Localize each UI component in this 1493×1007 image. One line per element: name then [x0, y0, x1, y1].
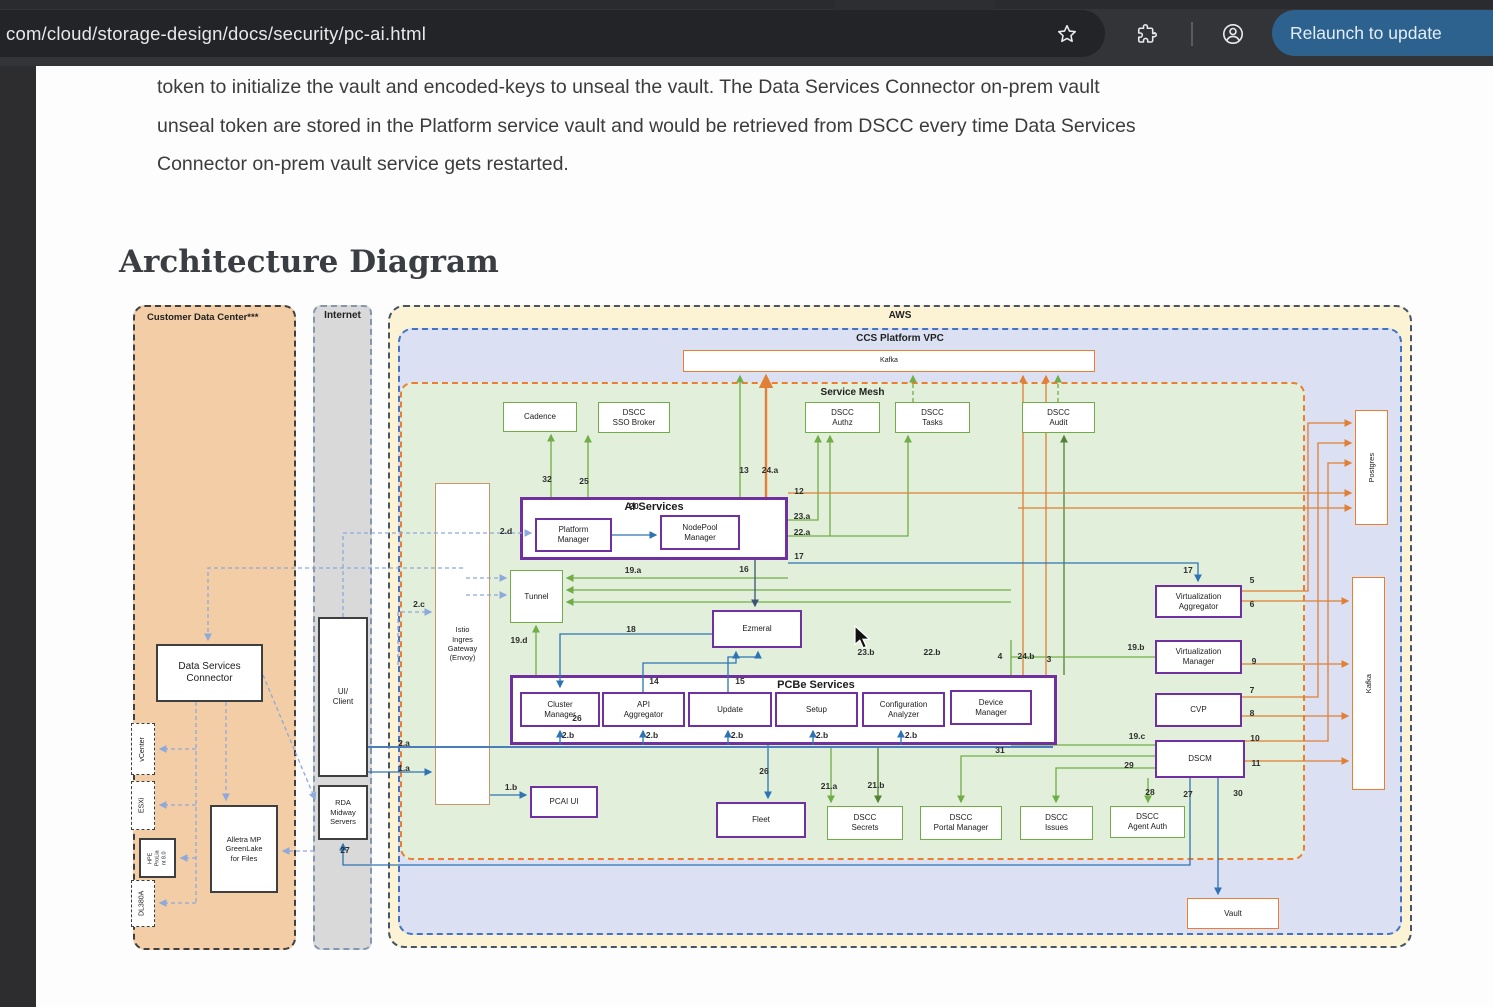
edge-label-8: 8	[1250, 708, 1255, 718]
edge-label-2.d: 2.d	[500, 526, 512, 536]
edge-label-27: 27	[1183, 789, 1192, 799]
edge-label-1.b: 1.b	[505, 782, 517, 792]
edge-label-6: 6	[1250, 599, 1255, 609]
body-paragraph: token to initialize the vault and encode…	[157, 68, 1432, 184]
edge-label-14: 14	[649, 676, 658, 686]
edge-label-18: 18	[626, 624, 635, 634]
relaunch-to-update-button[interactable]: Relaunch to update	[1272, 10, 1493, 56]
edge-label-1.a: 1.a	[398, 763, 410, 773]
edge	[343, 533, 531, 617]
edge-label-2.b: 2.b	[646, 730, 658, 740]
edge-label-19.a: 19.a	[625, 565, 642, 575]
edge-label-28: 28	[1145, 787, 1154, 797]
edge-label-22.a: 22.a	[794, 527, 811, 537]
edge-label-2.c: 2.c	[413, 599, 425, 609]
edge-label-7: 7	[1250, 685, 1255, 695]
edge-label-19.b: 19.b	[1127, 642, 1144, 652]
edge-label-24.a: 24.a	[762, 465, 779, 475]
mouse-cursor	[853, 625, 877, 651]
edge-label-24.b: 24.b	[1017, 651, 1034, 661]
browser-chrome: com/cloud/storage-design/docs/security/p…	[0, 0, 1493, 66]
diagram-edges-over	[118, 295, 1413, 955]
edge-label-26: 26	[572, 713, 581, 723]
tab-strip	[0, 0, 1493, 9]
left-dark-strip	[0, 66, 36, 1007]
edge-label-22.b: 22.b	[923, 647, 940, 657]
edge-label-9: 9	[1252, 656, 1257, 666]
edge-label-12: 12	[794, 486, 803, 496]
edge-label-2.a: 2.a	[398, 738, 410, 748]
url-text[interactable]: com/cloud/storage-design/docs/security/p…	[6, 10, 426, 57]
edge-label-4: 4	[998, 651, 1003, 661]
edge-label-26: 26	[759, 766, 768, 776]
edge-label-32: 32	[542, 474, 551, 484]
edge	[643, 652, 736, 692]
edge-label-23.a: 23.a	[794, 511, 811, 521]
edge-label-15: 15	[735, 676, 744, 686]
edge-label-31: 31	[995, 745, 1004, 755]
edge-label-3: 3	[1047, 654, 1052, 664]
profile-icon[interactable]	[1217, 18, 1249, 50]
address-bar[interactable]: com/cloud/storage-design/docs/security/p…	[0, 10, 1105, 57]
edge-label-2.b: 2.b	[562, 730, 574, 740]
edge-label-17: 17	[794, 551, 803, 561]
edge-label-29: 29	[1124, 760, 1133, 770]
section-heading: Architecture Diagram	[119, 244, 499, 280]
edge-label-2.b: 2.b	[731, 730, 743, 740]
edge-label-5: 5	[1250, 575, 1255, 585]
edge-label-2.b: 2.b	[905, 730, 917, 740]
edge-label-16: 16	[739, 564, 748, 574]
edge-label-2.b: 2.b	[816, 730, 828, 740]
paragraph-line-2: unseal token are stored in the Platform …	[157, 107, 1432, 146]
toolbar-divider	[1191, 22, 1193, 46]
paragraph-line-1: token to initialize the vault and encode…	[157, 68, 1432, 107]
paragraph-line-3: Connector on-prem vault service gets res…	[157, 145, 1432, 184]
edge	[728, 652, 758, 692]
edge-label-10: 10	[1250, 733, 1259, 743]
edge-label-11: 11	[1252, 758, 1261, 768]
edge-label-25: 25	[579, 476, 588, 486]
edge-label-19.d: 19.d	[510, 635, 527, 645]
extensions-icon[interactable]	[1131, 18, 1163, 50]
edge	[560, 634, 712, 687]
edge-label-21.a: 21.a	[821, 781, 838, 791]
edge-label-13: 13	[739, 465, 748, 475]
edge-label-30: 30	[1233, 788, 1242, 798]
bookmark-star-icon[interactable]	[1051, 18, 1083, 50]
edge-label-27: 27	[340, 845, 349, 855]
edge-label-19.c: 19.c	[1129, 731, 1146, 741]
edge-label-20: 20	[629, 501, 638, 511]
architecture-diagram: Customer Data Center***InternetAWSCCS Pl…	[118, 295, 1413, 955]
edge-label-17: 17	[1183, 565, 1192, 575]
edge-label-21.b: 21.b	[867, 780, 884, 790]
